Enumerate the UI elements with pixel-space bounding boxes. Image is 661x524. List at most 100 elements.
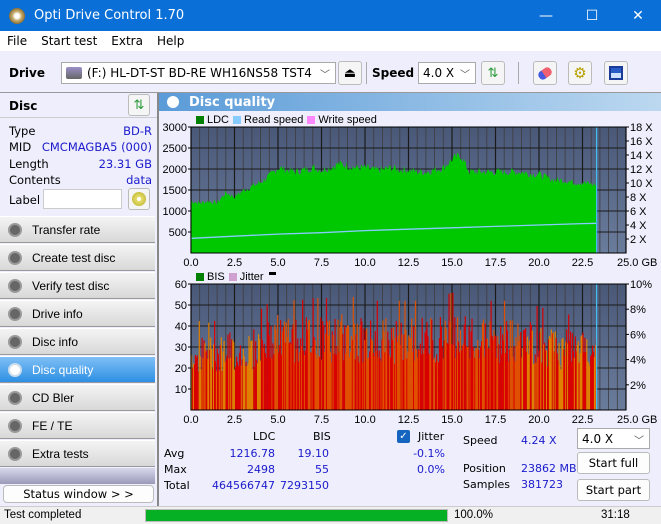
drive-label: Drive xyxy=(9,66,45,80)
minimize-button[interactable]: — xyxy=(523,0,569,31)
save-button[interactable] xyxy=(604,61,628,85)
drive-select-value: (F:) HL-DT-ST BD-RE WH16NS58 TST4 xyxy=(87,66,312,80)
disc-quality-panel: Disc quality LDC Read speed Write speed … xyxy=(157,93,661,506)
y2-tick-label: 18 X xyxy=(630,122,653,134)
transfer-rate-icon xyxy=(8,222,22,237)
speed-select[interactable]: 4.0 X ﹀ xyxy=(418,62,476,84)
nav-extra-tests[interactable]: Extra tests xyxy=(0,440,155,467)
window-title: Opti Drive Control 1.70 xyxy=(34,8,185,23)
nav-drive-info[interactable]: Drive info xyxy=(0,300,155,327)
disc-length-label: Length xyxy=(9,157,49,171)
progress-fill xyxy=(146,510,447,521)
nav-fe-te[interactable]: FE / TE xyxy=(0,412,155,439)
chevron-down-icon: ﹀ xyxy=(460,70,470,81)
disc-label-button[interactable] xyxy=(128,188,150,210)
y2-tick-label: 2% xyxy=(630,380,646,392)
y-tick-label: 30 xyxy=(175,342,187,354)
drive-select[interactable]: (F:) HL-DT-ST BD-RE WH16NS58 TST4 ﹀ xyxy=(61,62,336,84)
menu-help[interactable]: Help xyxy=(150,34,191,48)
y2-tick-label: 2 X xyxy=(630,234,647,246)
erase-button[interactable] xyxy=(533,61,557,85)
speed-select-value: 4.0 X xyxy=(423,66,455,80)
x-tick-label: 5.0 xyxy=(270,414,285,426)
menu-file[interactable]: File xyxy=(0,34,34,48)
y2-tick-label: 10% xyxy=(630,279,652,291)
disc-label-input[interactable] xyxy=(43,189,122,209)
nav-label: Extra tests xyxy=(32,446,89,461)
toolbar: Drive (F:) HL-DT-ST BD-RE WH16NS58 TST4 … xyxy=(0,51,661,93)
stats-max-ldc: 2498 xyxy=(247,463,275,476)
disc-quality-charts: 500 1000 1500 2000 2500 3000 2 X 4 X 6 X 8 X 10 X 1… xyxy=(163,122,658,426)
nav-verify-test-disc[interactable]: Verify test disc xyxy=(0,272,155,299)
maximize-button[interactable]: ☐ xyxy=(569,0,615,31)
disc-title: Disc xyxy=(9,99,38,113)
verify-disc-icon xyxy=(8,278,22,293)
disc-info-icon xyxy=(8,334,22,349)
nav-disc-quality[interactable]: Disc quality xyxy=(0,356,155,383)
nav-disc-info[interactable]: Disc info xyxy=(0,328,155,355)
jitter-checkbox[interactable]: ✓ xyxy=(397,430,410,443)
y-tick-label: 3000 xyxy=(163,122,187,134)
jitter-label: Jitter xyxy=(418,430,445,443)
x-tick-label: 17.5 xyxy=(485,414,506,426)
nav-label: FE / TE xyxy=(32,418,73,433)
y-tick-label: 2500 xyxy=(163,143,187,155)
cd-bler-icon xyxy=(8,390,22,405)
start-part-button[interactable]: Start part xyxy=(577,479,650,501)
nav-create-test-disc[interactable]: Create test disc xyxy=(0,244,155,271)
y2-tick-label: 12 X xyxy=(630,164,653,176)
position-value: 23862 MB xyxy=(521,462,577,475)
stats-total-label: Total xyxy=(164,479,190,492)
start-full-button[interactable]: Start full xyxy=(577,452,650,474)
disc-quality-icon xyxy=(167,96,179,108)
close-button[interactable]: ✕ xyxy=(615,0,661,31)
fe-te-icon xyxy=(8,418,22,433)
status-window-button[interactable]: Status window > > xyxy=(3,485,154,503)
x-tick-label: 12.5 xyxy=(398,414,419,426)
x-tick-label: 17.5 xyxy=(485,257,506,269)
refresh-button[interactable]: ⇅ xyxy=(481,61,505,85)
disc-contents-row: Contents data xyxy=(9,173,152,187)
status-bar: Test completed 100.0% 31:18 xyxy=(0,506,661,524)
eject-icon: ⏏ xyxy=(343,65,357,81)
nav-label: Drive info xyxy=(32,306,83,321)
menu-start-test[interactable]: Start test xyxy=(34,34,104,48)
nav-transfer-rate[interactable]: Transfer rate xyxy=(0,216,155,243)
disc-length-value: 23.31 GB xyxy=(98,157,152,171)
x-tick-label: 2.5 xyxy=(227,414,242,426)
refresh-icon: ⇅ xyxy=(133,97,145,113)
nav-label: Transfer rate xyxy=(32,222,101,237)
y2-tick-label: 14 X xyxy=(630,150,653,162)
y-tick-label: 50 xyxy=(175,300,187,312)
nav-cd-bler[interactable]: CD Bler xyxy=(0,384,155,411)
save-icon xyxy=(609,66,623,80)
nav-label: Disc quality xyxy=(32,362,94,377)
stats-avg-bis: 19.10 xyxy=(297,447,330,460)
stats-avg-label: Avg xyxy=(164,447,185,460)
x-tick-label: 20.0 xyxy=(528,257,549,269)
eraser-icon xyxy=(536,65,554,81)
x-tick-label: 7.5 xyxy=(314,257,329,269)
drive-info-icon xyxy=(8,306,22,321)
y2-tick-label: 4 X xyxy=(630,220,647,232)
stats-max-label: Max xyxy=(164,463,187,476)
x-tick-label: 12.5 xyxy=(398,257,419,269)
x-tick-label: 15.0 xyxy=(441,257,462,269)
y2-tick-label: 6% xyxy=(630,329,646,341)
y-tick-label: 60 xyxy=(175,279,187,291)
gears-icon: ⚙ xyxy=(573,64,587,82)
test-speed-select[interactable]: 4.0 X ﹀ xyxy=(577,428,650,449)
app-icon xyxy=(9,7,25,24)
y2-tick-label: 16 X xyxy=(630,136,653,148)
stats-max-bis: 55 xyxy=(315,463,329,476)
menu-bar: File Start test Extra Help xyxy=(0,31,661,51)
nav-spacer xyxy=(0,468,155,484)
nav-label: Disc info xyxy=(32,334,79,349)
eject-button[interactable]: ⏏ xyxy=(338,61,362,85)
disc-contents-label: Contents xyxy=(9,173,61,187)
menu-extra[interactable]: Extra xyxy=(104,34,150,48)
y2-tick-label: 10 X xyxy=(630,178,653,190)
disc-header: Disc ⇅ xyxy=(0,93,157,118)
disc-refresh-button[interactable]: ⇅ xyxy=(128,94,150,116)
settings-button[interactable]: ⚙ xyxy=(568,61,592,85)
